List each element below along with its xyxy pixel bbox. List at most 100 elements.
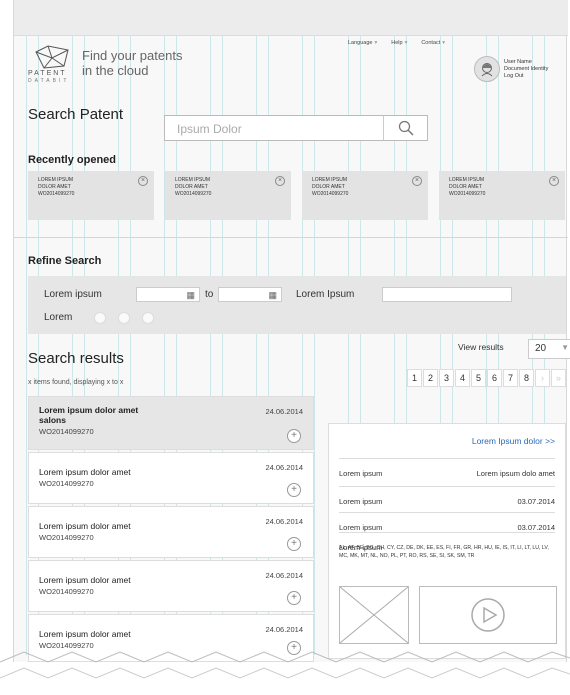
detail-label: Lorem ipsum (339, 523, 383, 532)
page-frame: PATENT DATABIT Find your patents in the … (13, 0, 570, 695)
detail-value: 03.07.2014 (517, 523, 555, 532)
detail-label: Lorem ipsum (339, 497, 383, 506)
recent-card-code: WO2014099270 (449, 191, 486, 197)
page-button[interactable]: 8 (519, 369, 534, 387)
dropdown-arrow-icon: ▾ (404, 40, 408, 46)
refine-search-title: Refine Search (28, 255, 102, 267)
refine-panel: Lorem ipsum ▦ to ▦ Lorem Ipsum Lorem (28, 276, 566, 334)
page-button[interactable]: 4 (455, 369, 470, 387)
detail-row: Lorem ipsum 03.07.2014 (339, 512, 555, 532)
refine-text-input[interactable] (382, 287, 512, 302)
radio-option-2[interactable] (118, 312, 130, 324)
result-date: 24.06.2014 (265, 463, 303, 472)
refine-label-date: Lorem ipsum (44, 289, 102, 300)
image-placeholder-icon (339, 586, 409, 644)
nav-help[interactable]: Help ▾ (391, 40, 407, 46)
result-date: 24.06.2014 (265, 407, 303, 416)
logout-link[interactable]: Log Out (504, 73, 548, 80)
nav-contact[interactable]: Contact ▾ (421, 40, 445, 46)
section-divider (14, 237, 568, 238)
video-placeholder[interactable] (419, 586, 557, 644)
result-title: Lorem ipsum dolor amet (39, 575, 131, 585)
recent-card-subtitle: DOLOR AMET (449, 183, 482, 190)
result-item[interactable]: Lorem ipsum dolor amet WO2014099270 24.0… (28, 560, 314, 612)
result-date: 24.06.2014 (265, 517, 303, 526)
page-button[interactable]: 1 (407, 369, 422, 387)
plus-icon[interactable]: + (287, 483, 301, 497)
detail-more-link[interactable]: Lorem Ipsum dolor >> (472, 436, 555, 446)
image-placeholder[interactable] (339, 586, 409, 644)
recent-card[interactable]: LOREM IPSUM DOLOR AMET WO2014099270 × (439, 171, 565, 220)
date-to-input[interactable]: ▦ (218, 287, 282, 302)
close-icon[interactable]: × (549, 176, 559, 186)
detail-value: 03.07.2014 (517, 497, 555, 506)
close-icon[interactable]: × (138, 176, 148, 186)
page-button[interactable]: 3 (439, 369, 454, 387)
calendar-icon[interactable]: ▦ (268, 290, 277, 301)
recent-card-subtitle: DOLOR AMET (175, 183, 208, 190)
recent-card-subtitle: DOLOR AMET (312, 183, 345, 190)
avatar[interactable] (474, 56, 500, 82)
result-title: Lorem ipsum dolor amet salons (39, 405, 139, 425)
next-page-button[interactable]: › (535, 369, 550, 387)
date-from-input[interactable]: ▦ (136, 287, 200, 302)
result-detail-panel: Lorem Ipsum dolor >> Lorem ipsum Lorem i… (328, 423, 566, 659)
document-identity-link[interactable]: Document Identity (504, 66, 548, 73)
result-title: Lorem ipsum dolor amet (39, 467, 131, 477)
result-item[interactable]: Lorem ipsum dolor amet WO2014099270 24.0… (28, 506, 314, 558)
search-button[interactable] (383, 115, 428, 141)
result-item[interactable]: Lorem ipsum dolor amet salons WO20140992… (28, 396, 314, 450)
logo[interactable]: PATENT DATABIT (28, 44, 78, 88)
close-icon[interactable]: × (412, 176, 422, 186)
tagline: Find your patents in the cloud (82, 48, 183, 78)
result-title: Lorem ipsum dolor amet (39, 629, 131, 639)
recent-card[interactable]: LOREM IPSUM DOLOR AMET WO2014099270 × (28, 171, 154, 220)
plus-icon[interactable]: + (287, 537, 301, 551)
avatar-icon (481, 63, 493, 77)
results-per-page-value: 20 (535, 343, 547, 354)
recently-opened-title: Recently opened (28, 154, 117, 166)
recent-card-code: WO2014099270 (312, 191, 349, 197)
play-icon[interactable] (470, 597, 506, 633)
user-menu: User Name Document Identity Log Out (504, 59, 548, 80)
result-title: Lorem ipsum dolor amet (39, 521, 131, 531)
recent-card-subtitle: DOLOR AMET (38, 183, 71, 190)
result-item[interactable]: Lorem ipsum dolor amet WO2014099270 24.0… (28, 452, 314, 504)
radio-option-3[interactable] (142, 312, 154, 324)
pagination: 1 2 3 4 5 6 7 8 › » (407, 369, 567, 387)
page-button[interactable]: 6 (487, 369, 502, 387)
plus-icon[interactable]: + (287, 591, 301, 605)
nav-language[interactable]: Language ▾ (348, 40, 377, 46)
detail-value: Lorem ipsum dolo amet (476, 469, 555, 478)
last-page-button[interactable]: » (551, 369, 566, 387)
logo-subtext: DATABIT (28, 78, 70, 84)
dropdown-arrow-icon: ▼ (561, 343, 569, 352)
result-date: 24.06.2014 (265, 571, 303, 580)
country-codes: AL, AT, BE, BG, CH, CY, CZ, DE, DK, EE, … (339, 545, 549, 559)
detail-label: Lorem ipsum (339, 469, 383, 478)
page-button[interactable]: 5 (471, 369, 486, 387)
calendar-icon[interactable]: ▦ (186, 290, 195, 301)
torn-edge (0, 651, 570, 695)
recent-card[interactable]: LOREM IPSUM DOLOR AMET WO2014099270 × (165, 171, 291, 220)
recent-card-code: WO2014099270 (175, 191, 212, 197)
logo-icon (35, 45, 69, 69)
result-date: 24.06.2014 (265, 625, 303, 634)
recent-card[interactable]: LOREM IPSUM DOLOR AMET WO2014099270 × (302, 171, 428, 220)
result-code: WO2014099270 (39, 587, 94, 596)
user-name-link[interactable]: User Name (504, 59, 548, 66)
recent-card-code: WO2014099270 (38, 191, 75, 197)
date-to-label: to (205, 289, 214, 300)
results-count: x items found, displaying x to x (28, 379, 124, 386)
results-title: Search results (28, 350, 124, 367)
radio-option-1[interactable] (94, 312, 106, 324)
refine-label-text: Lorem Ipsum (296, 289, 355, 300)
plus-icon[interactable]: + (287, 429, 301, 443)
page-button[interactable]: 2 (423, 369, 438, 387)
search-title: Search Patent (28, 106, 124, 123)
refine-label-radio: Lorem (44, 312, 73, 323)
page-button[interactable]: 7 (503, 369, 518, 387)
close-icon[interactable]: × (275, 176, 285, 186)
detail-row: Lorem ipsum Lorem ipsum dolo amet (339, 458, 555, 478)
results-per-page-select[interactable]: 20 ▼ (528, 339, 570, 359)
